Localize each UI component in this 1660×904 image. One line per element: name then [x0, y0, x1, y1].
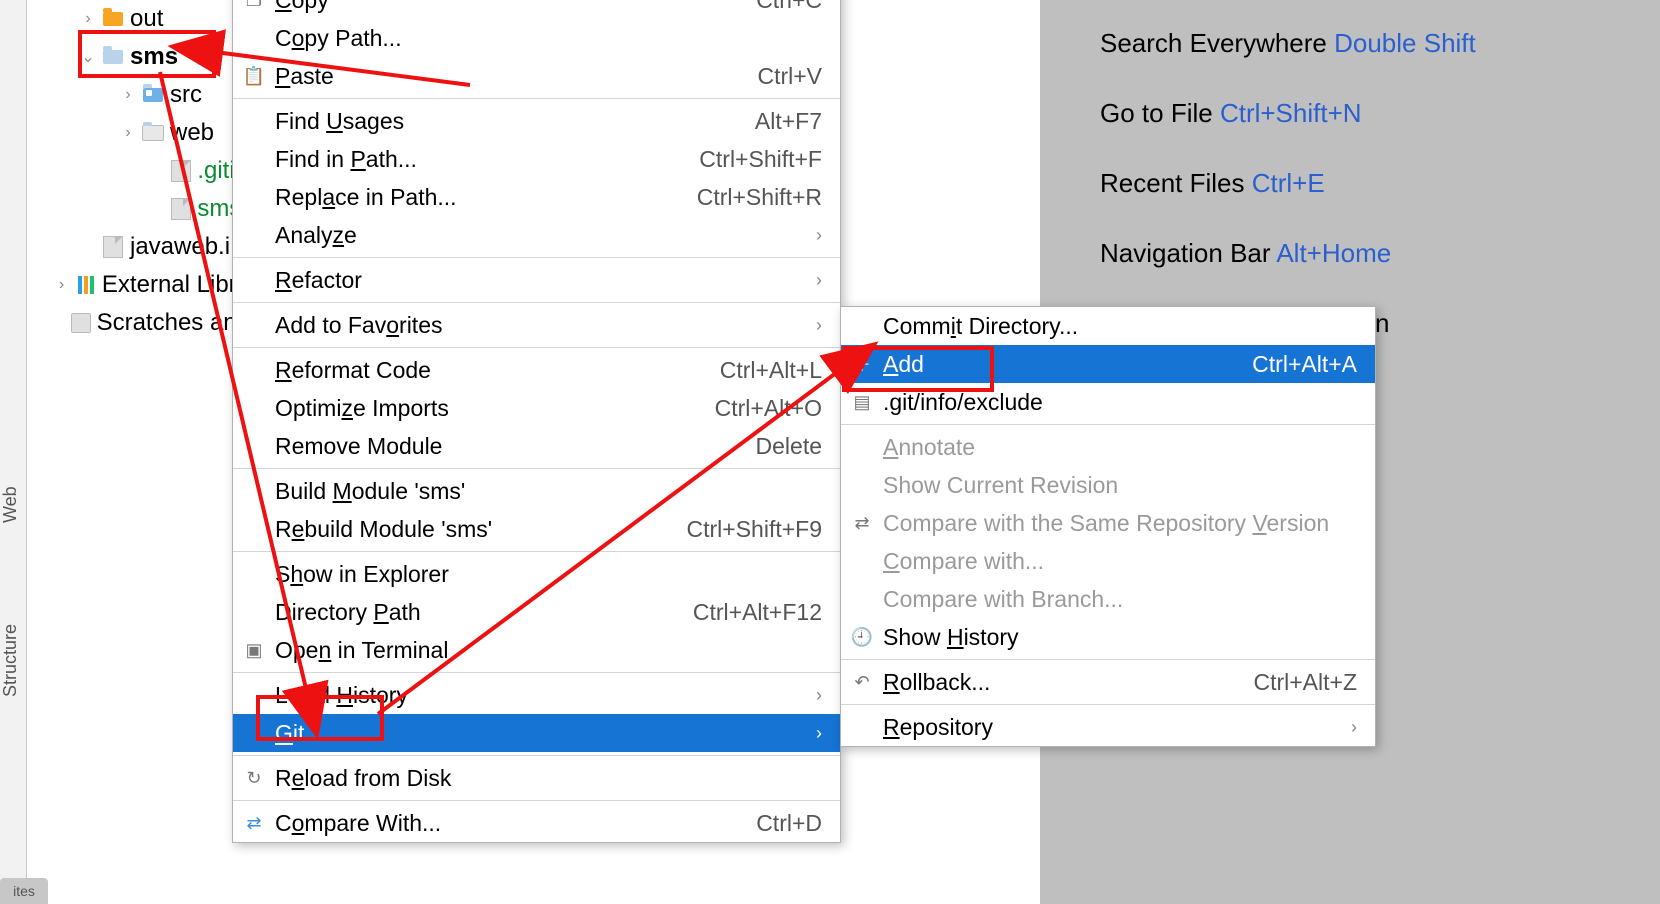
separator: [233, 98, 840, 99]
source-folder-icon: [142, 84, 164, 106]
paste-icon: 📋: [243, 65, 265, 87]
tree-item-src[interactable]: › src: [30, 76, 250, 114]
file-icon: [102, 236, 124, 258]
menu-item-refactor[interactable]: Refactor›: [233, 261, 840, 299]
menu-item-reload-from-disk[interactable]: ↻Reload from Disk: [233, 759, 840, 797]
hint-navigation-bar: Navigation Bar Alt+Home: [1100, 238, 1391, 269]
menu-item-add-to-favorites[interactable]: Add to Favorites›: [233, 306, 840, 344]
hint-hidden-fragment: n: [1375, 308, 1389, 339]
menu-item-optimize-imports[interactable]: Optimize ImportsCtrl+Alt+O: [233, 389, 840, 427]
menu-item-open-in-terminal[interactable]: ▣Open in Terminal: [233, 631, 840, 669]
menu-item-replace-in-path[interactable]: Replace in Path...Ctrl+Shift+R: [233, 178, 840, 216]
chevron-right-icon: ›: [54, 276, 69, 294]
tool-window-bar-left: Web Structure: [0, 0, 27, 904]
separator: [841, 659, 1375, 660]
file-icon: [171, 160, 191, 182]
bottom-tab-fragment[interactable]: ites: [0, 878, 48, 904]
submenu-item-annotate: Annotate: [841, 428, 1375, 466]
chevron-right-icon: ›: [816, 723, 822, 744]
separator: [233, 800, 840, 801]
chevron-right-icon: ›: [816, 315, 822, 336]
chevron-right-icon: ›: [120, 86, 136, 104]
tree-item-gitignore[interactable]: › .gitign: [30, 152, 250, 190]
menu-item-build-module[interactable]: Build Module 'sms': [233, 472, 840, 510]
file-icon: [171, 198, 191, 220]
menu-item-copy[interactable]: ❐CopyCtrl+C: [233, 0, 840, 19]
submenu-item-compare-same-version: ⇄Compare with the Same Repository Versio…: [841, 504, 1375, 542]
menu-item-analyze[interactable]: Analyze›: [233, 216, 840, 254]
submenu-item-show-current-revision: Show Current Revision: [841, 466, 1375, 504]
menu-item-paste[interactable]: 📋PasteCtrl+V: [233, 57, 840, 95]
menu-item-find-usages[interactable]: Find UsagesAlt+F7: [233, 102, 840, 140]
separator: [233, 672, 840, 673]
menu-item-directory-path[interactable]: Directory PathCtrl+Alt+F12: [233, 593, 840, 631]
diff-icon: ⇄: [243, 812, 265, 834]
tool-tab-web[interactable]: Web: [0, 460, 26, 550]
separator: [841, 704, 1375, 705]
menu-item-compare-with[interactable]: ⇄Compare With...Ctrl+D: [233, 804, 840, 842]
menu-item-find-in-path[interactable]: Find in Path...Ctrl+Shift+F: [233, 140, 840, 178]
tree-item-scratches[interactable]: › Scratches and: [30, 304, 250, 342]
menu-item-copy-path[interactable]: Copy Path...: [233, 19, 840, 57]
scratches-icon: [71, 312, 91, 334]
terminal-icon: ▣: [243, 639, 265, 661]
tree-item-sms-iml[interactable]: › sms.im: [30, 190, 250, 228]
history-icon: 🕘: [851, 626, 873, 648]
separator: [233, 302, 840, 303]
libraries-icon: [75, 274, 96, 296]
menu-item-show-in-explorer[interactable]: Show in Explorer: [233, 555, 840, 593]
chevron-right-icon: ›: [816, 270, 822, 291]
folder-icon: [102, 8, 124, 30]
tree-item-external-libraries[interactable]: › External Libra: [30, 266, 250, 304]
refresh-icon: ↻: [243, 767, 265, 789]
submenu-item-show-history[interactable]: 🕘Show History: [841, 618, 1375, 656]
rollback-icon: ↶: [851, 671, 873, 693]
tree-item-web[interactable]: › web: [30, 114, 250, 152]
hint-search: Search Everywhere Double Shift: [1100, 28, 1476, 59]
submenu-item-repository[interactable]: Repository›: [841, 708, 1375, 746]
chevron-right-icon: ›: [816, 685, 822, 706]
copy-icon: ❐: [243, 0, 265, 11]
submenu-item-compare-with: Compare with...: [841, 542, 1375, 580]
submenu-item-commit-directory[interactable]: Commit Directory...: [841, 307, 1375, 345]
separator: [233, 755, 840, 756]
annotation-box-git: [256, 695, 384, 741]
separator: [841, 424, 1375, 425]
separator: [233, 551, 840, 552]
menu-item-reformat-code[interactable]: Reformat CodeCtrl+Alt+L: [233, 351, 840, 389]
separator: [233, 257, 840, 258]
hint-goto-file: Go to File Ctrl+Shift+N: [1100, 98, 1362, 129]
tool-tab-structure[interactable]: Structure: [0, 580, 26, 740]
submenu-item-compare-with-branch: Compare with Branch...: [841, 580, 1375, 618]
separator: [233, 468, 840, 469]
hint-recent-files: Recent Files Ctrl+E: [1100, 168, 1325, 199]
submenu-item-rollback[interactable]: ↶Rollback...Ctrl+Alt+Z: [841, 663, 1375, 701]
annotation-box-add: [842, 346, 994, 392]
chevron-right-icon: ›: [816, 225, 822, 246]
diff-icon: ⇄: [851, 512, 873, 534]
tree-item-javaweb-iml[interactable]: › javaweb.i: [30, 228, 250, 266]
menu-item-rebuild-module[interactable]: Rebuild Module 'sms'Ctrl+Shift+F9: [233, 510, 840, 548]
annotation-box-sms: [78, 30, 216, 78]
separator: [233, 347, 840, 348]
menu-item-remove-module[interactable]: Remove ModuleDelete: [233, 427, 840, 465]
chevron-right-icon: ›: [80, 10, 96, 28]
chevron-right-icon: ›: [120, 124, 136, 142]
file-icon: ▤: [851, 391, 873, 413]
chevron-right-icon: ›: [1351, 717, 1357, 738]
web-folder-icon: [142, 122, 164, 144]
